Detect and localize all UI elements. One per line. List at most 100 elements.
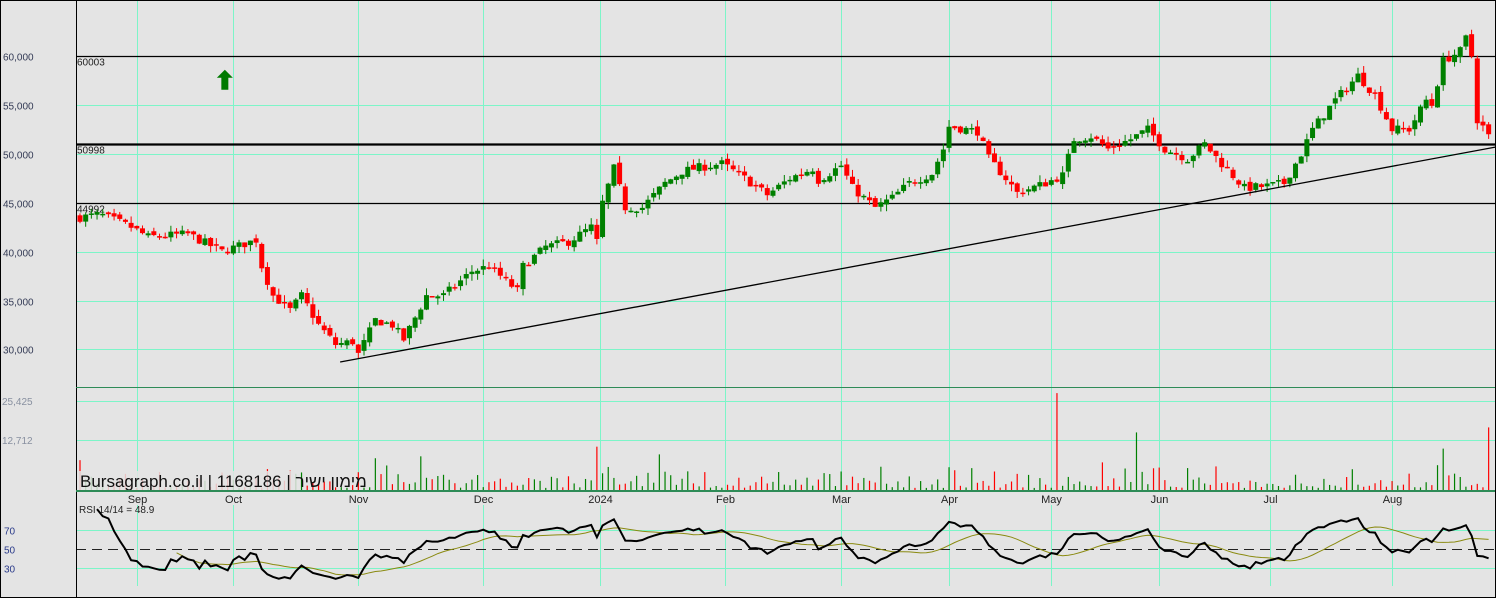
candle-up — [861, 195, 867, 198]
candle-up — [1037, 182, 1043, 187]
candle-up — [247, 240, 253, 246]
rsi-tick-label: 70 — [4, 527, 16, 538]
candle-up — [1423, 99, 1429, 109]
candle-down — [1366, 87, 1372, 93]
candle-down — [1014, 183, 1020, 192]
candle-up — [293, 299, 299, 309]
candle-down — [401, 328, 407, 341]
candle-down — [1020, 192, 1026, 195]
price-tick-label: 55,000 — [3, 102, 34, 113]
candle-down — [1383, 112, 1389, 120]
candle-down — [355, 344, 361, 353]
candle-up — [179, 230, 185, 235]
candle-down — [1224, 166, 1230, 169]
candle-down — [509, 279, 515, 287]
candle-down — [492, 267, 498, 269]
candle-up — [1435, 86, 1441, 108]
candle-up — [372, 318, 378, 326]
watermark-text: Bursagraph.co.il | 1168186 | מימון ישיר — [80, 472, 367, 491]
candle-down — [1116, 145, 1122, 147]
candle-up — [480, 266, 486, 270]
candle-up — [1310, 127, 1316, 139]
candle-down — [702, 164, 708, 171]
candle-up — [1293, 163, 1299, 179]
candle-up — [1332, 98, 1338, 104]
candle-down — [1446, 56, 1452, 62]
candle-down — [617, 162, 623, 185]
candle-down — [855, 184, 861, 197]
candle-up — [1457, 47, 1463, 58]
candle-down — [747, 176, 753, 187]
candle-down — [1389, 118, 1395, 132]
candle-up — [935, 161, 941, 175]
candle-up — [1298, 156, 1304, 164]
candle-down — [213, 244, 219, 246]
candle-down — [281, 301, 287, 304]
candle-up — [1133, 134, 1139, 139]
candle-up — [645, 199, 651, 209]
candle-down — [1043, 182, 1049, 187]
candle-up — [1412, 120, 1418, 130]
candle-up — [878, 202, 884, 207]
candle-up — [1264, 183, 1270, 187]
candle-up — [713, 164, 719, 169]
month-label: 2024 — [588, 494, 612, 506]
rsi-tick-label: 50 — [4, 546, 16, 557]
candle-down — [1344, 90, 1350, 93]
candle-up — [1065, 153, 1071, 172]
candle-down — [736, 170, 742, 173]
candle-up — [906, 180, 912, 183]
rsi-tick-label: 30 — [4, 565, 16, 576]
candle-down — [503, 276, 509, 279]
candle-up — [469, 271, 475, 275]
candle-up — [1452, 54, 1458, 63]
candle-up — [1321, 118, 1327, 121]
candle-up — [168, 231, 174, 238]
candle-up — [395, 327, 401, 330]
candle-down — [867, 197, 873, 201]
candle-up — [299, 292, 305, 300]
month-label: Mar — [832, 494, 851, 506]
candle-up — [1088, 138, 1094, 142]
month-label: May — [1041, 494, 1062, 506]
candle-down — [1179, 154, 1185, 161]
candle-down — [185, 231, 191, 234]
candle-down — [849, 176, 855, 184]
candle-down — [452, 287, 458, 289]
candle-down — [1372, 92, 1378, 94]
candle-down — [429, 296, 435, 298]
candle-up — [1417, 106, 1423, 123]
candle-up — [548, 243, 554, 248]
month-label: Jun — [1151, 494, 1169, 506]
rsi-label: RSI 14/14 = 48.9 — [79, 505, 155, 516]
candle-down — [276, 294, 282, 304]
candle-up — [901, 184, 907, 192]
candle-down — [1054, 179, 1060, 182]
candle-up — [537, 247, 543, 254]
chart-background — [0, 0, 1496, 598]
candle-up — [600, 200, 606, 237]
candle-down — [122, 219, 128, 222]
candle-up — [1185, 161, 1191, 164]
candle-down — [310, 304, 316, 318]
candle-down — [1151, 123, 1157, 136]
candle-down — [991, 153, 997, 163]
candle-up — [1338, 89, 1344, 98]
candle-up — [406, 325, 412, 339]
candle-down — [1162, 146, 1168, 153]
stock-chart[interactable]: 30,000 35,000 40,000 45,000 50,000 55,000 60,0… — [0, 0, 1496, 598]
candle-down — [690, 164, 696, 170]
candle-up — [412, 317, 418, 328]
candle-up — [520, 262, 526, 290]
candle-down — [514, 285, 520, 288]
candle-down — [253, 238, 259, 243]
candle-up — [673, 176, 679, 181]
candle-up — [1349, 81, 1355, 92]
candle-up — [418, 309, 424, 320]
candle-down — [1406, 127, 1412, 132]
candle-down — [952, 126, 958, 129]
candle-down — [1486, 124, 1492, 135]
candle-up — [1287, 177, 1293, 184]
candle-down — [1009, 181, 1015, 185]
candle-down — [321, 325, 327, 331]
